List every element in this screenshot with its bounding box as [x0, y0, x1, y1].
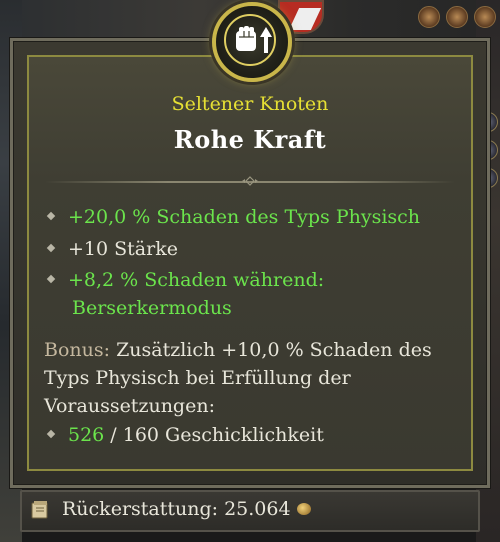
- bonus-text: Bonus: Zusätzlich +10,0 % Schaden des Ty…: [44, 339, 432, 417]
- stat-line-continuation: Berserkermodus: [72, 297, 232, 319]
- bullet-icon: [46, 429, 56, 439]
- bonus-label: Bonus:: [44, 339, 111, 361]
- requirement-rest: / 160 Geschicklichkeit: [104, 424, 324, 446]
- stat-line: +20,0 % Schaden des Typs Physisch: [46, 203, 420, 231]
- fist-up-arrow-icon: [212, 2, 292, 82]
- refund-text: Rückerstattung: 25.064: [62, 498, 311, 520]
- stat-line: +8,2 % Schaden während:: [46, 266, 324, 294]
- node-icon[interactable]: [474, 6, 496, 28]
- node-icon[interactable]: [446, 6, 468, 28]
- node-name: Rohe Kraft: [173, 125, 327, 154]
- gold-coin-icon: [296, 503, 311, 515]
- bullet-icon: [46, 243, 56, 253]
- stat-line: +10 Stärke: [46, 235, 178, 263]
- bullet-icon: [46, 274, 56, 284]
- requirement-current: 526: [68, 424, 105, 446]
- top-node-icons: [418, 6, 496, 28]
- divider-ornament-icon: [238, 172, 262, 190]
- refund-footer: Rückerstattung: 25.064: [20, 490, 480, 532]
- node-rarity: Seltener Knoten: [171, 93, 329, 115]
- bullet-icon: [46, 211, 56, 221]
- refund-book-icon: [31, 501, 48, 519]
- requirement-line: 526 / 160 Geschicklichkeit: [46, 424, 324, 446]
- node-icon[interactable]: [418, 6, 440, 28]
